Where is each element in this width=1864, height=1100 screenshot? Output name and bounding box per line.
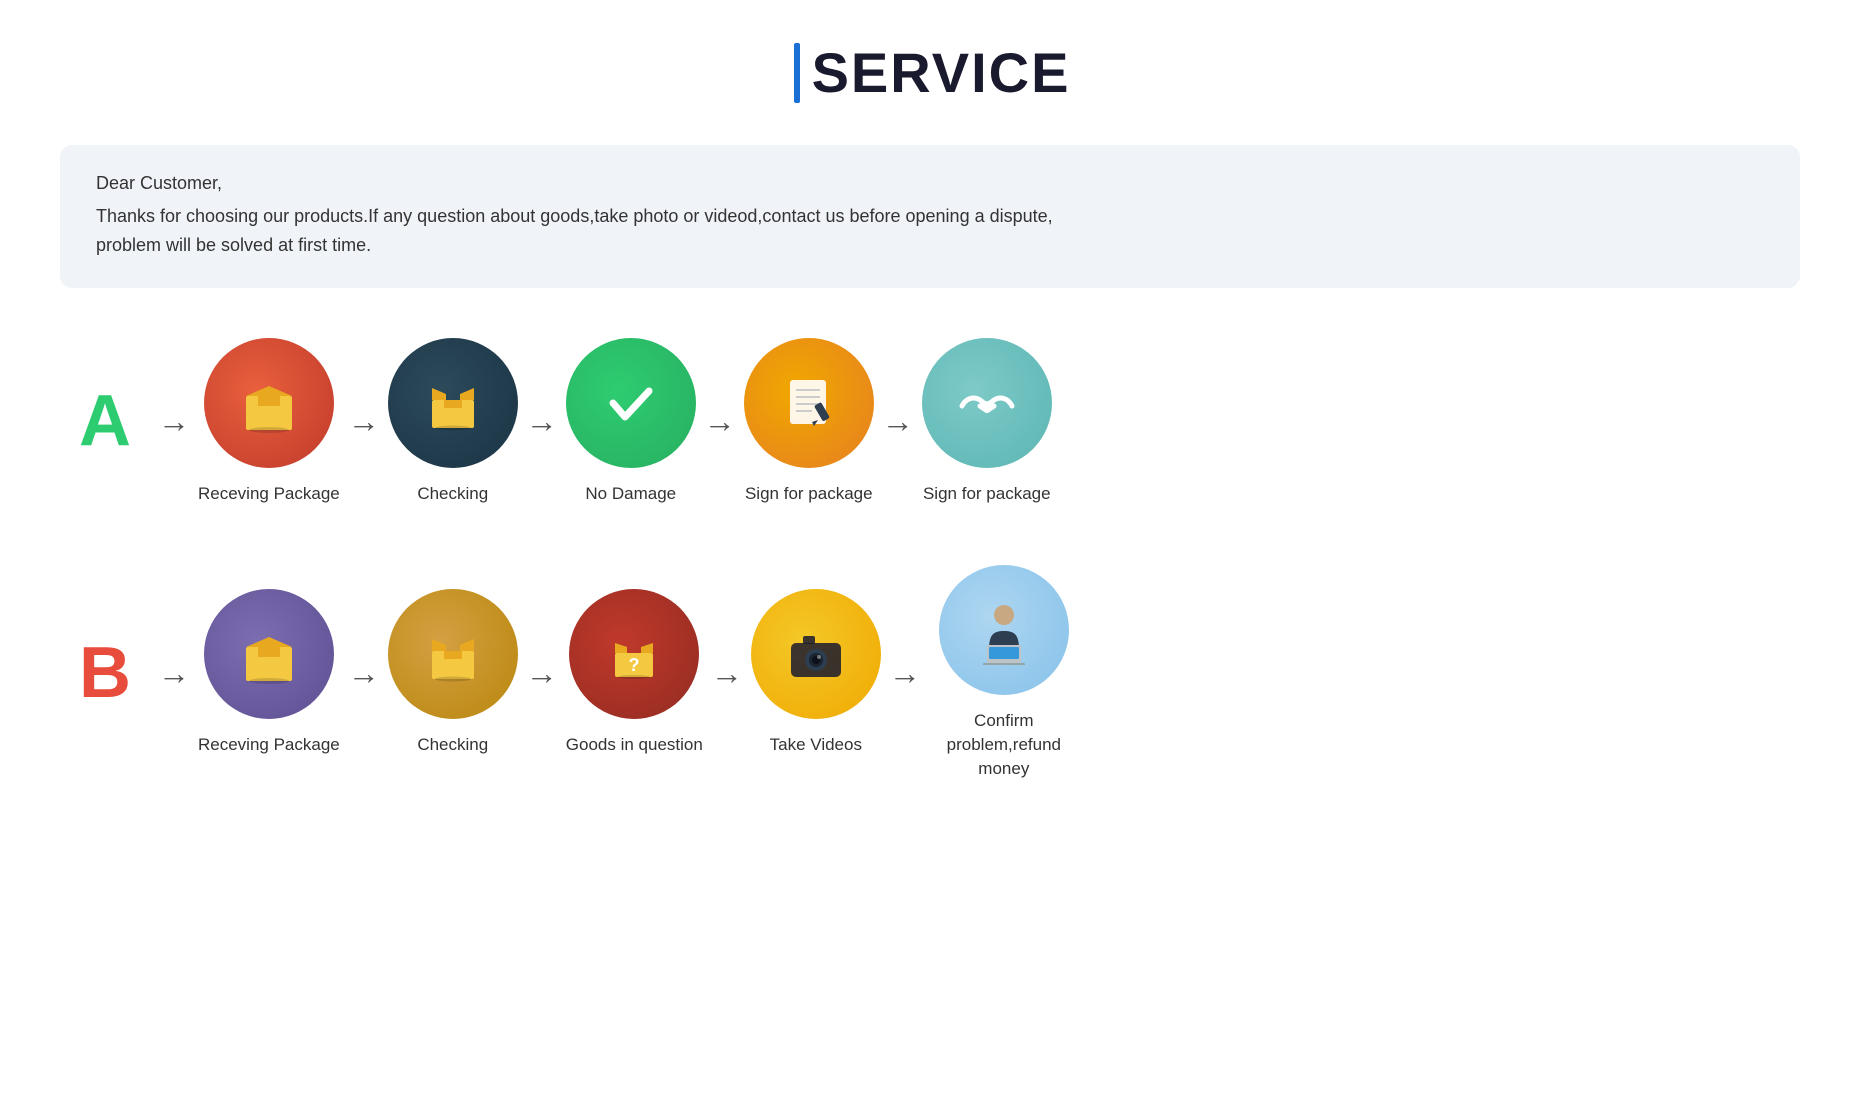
- arrow-a-2: →: [348, 403, 380, 440]
- step-a-3: No Damage: [566, 338, 696, 506]
- flow-row-b: B → Receving Package →: [60, 565, 1804, 780]
- page-title-section: SERVICE: [60, 40, 1804, 105]
- step-b-3: ? Goods in question: [566, 589, 703, 757]
- step-a-1: Receving Package: [198, 338, 340, 506]
- title-bar-accent: [794, 43, 800, 103]
- arrow-a-1: →: [158, 403, 190, 440]
- step-b-4-label: Take Videos: [770, 733, 862, 757]
- icon-dark-box: [388, 338, 518, 468]
- step-a-1-label: Receving Package: [198, 482, 340, 506]
- step-b-5-label: Confirm problem,refund money: [929, 709, 1079, 780]
- flow-row-a: A → Receving Package →: [60, 338, 1804, 506]
- step-b-2: Checking: [388, 589, 518, 757]
- step-b-3-label: Goods in question: [566, 733, 703, 757]
- step-a-3-label: No Damage: [585, 482, 676, 506]
- icon-brown-box: [388, 589, 518, 719]
- letter-a: A: [60, 380, 150, 462]
- arrow-b-4: →: [711, 655, 743, 692]
- step-a-2-label: Checking: [417, 482, 488, 506]
- arrow-b-5: →: [889, 655, 921, 692]
- step-b-4: Take Videos: [751, 589, 881, 757]
- step-b-1: Receving Package: [198, 589, 340, 757]
- page-title: SERVICE: [812, 40, 1071, 105]
- letter-b: B: [60, 632, 150, 714]
- arrow-a-3: →: [526, 403, 558, 440]
- step-a-4: Sign for package: [744, 338, 874, 506]
- arrow-a-4: →: [704, 403, 736, 440]
- icon-green-check: [566, 338, 696, 468]
- notice-body: Thanks for choosing our products.If any …: [96, 202, 1764, 260]
- icon-red-box: [204, 338, 334, 468]
- step-b-2-label: Checking: [417, 733, 488, 757]
- icon-orange-sign: [744, 338, 874, 468]
- step-a-2: Checking: [388, 338, 518, 506]
- arrow-b-1: →: [158, 655, 190, 692]
- icon-red-question: ?: [569, 589, 699, 719]
- step-a-5: Sign for package: [922, 338, 1052, 506]
- step-a-5-label: Sign for package: [923, 482, 1051, 506]
- svg-text:?: ?: [629, 655, 640, 675]
- icon-blue-person: [939, 565, 1069, 695]
- step-b-1-label: Receving Package: [198, 733, 340, 757]
- icon-yellow-camera: [751, 589, 881, 719]
- arrow-b-2: →: [348, 655, 380, 692]
- step-b-5: Confirm problem,refund money: [929, 565, 1079, 780]
- notice-box: Dear Customer, Thanks for choosing our p…: [60, 145, 1800, 288]
- icon-purple-box: [204, 589, 334, 719]
- arrow-b-3: →: [526, 655, 558, 692]
- icon-teal-handshake: [922, 338, 1052, 468]
- notice-greeting: Dear Customer,: [96, 173, 1764, 194]
- step-a-4-label: Sign for package: [745, 482, 873, 506]
- arrow-a-5: →: [882, 403, 914, 440]
